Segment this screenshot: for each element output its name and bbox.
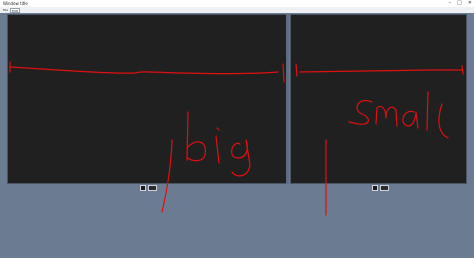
menu-tab-edit[interactable]: Edit	[10, 8, 20, 13]
right-panel-size-button[interactable]	[380, 185, 389, 191]
right-panel-controls	[372, 185, 389, 191]
menu-bar: File Edit	[0, 7, 474, 13]
right-panel-icon-button[interactable]	[372, 185, 378, 191]
menu-tab-file[interactable]: File	[2, 8, 9, 12]
window-title: Window title	[3, 1, 28, 6]
left-panel-size-button[interactable]	[148, 185, 157, 191]
left-panel-icon-button[interactable]	[140, 185, 146, 191]
left-view-panel[interactable]	[7, 14, 287, 184]
left-panel-controls	[140, 185, 157, 191]
app-window: Window title – □ ✕ File Edit	[0, 0, 474, 258]
close-icon[interactable]: ✕	[468, 0, 472, 7]
right-view-panel[interactable]	[290, 14, 467, 184]
window-controls: – □ ✕	[449, 0, 472, 7]
splitter-handle[interactable]	[286, 14, 289, 184]
minimize-icon[interactable]: –	[449, 0, 452, 7]
title-bar: Window title – □ ✕	[0, 0, 474, 7]
maximize-icon[interactable]: □	[457, 0, 462, 7]
